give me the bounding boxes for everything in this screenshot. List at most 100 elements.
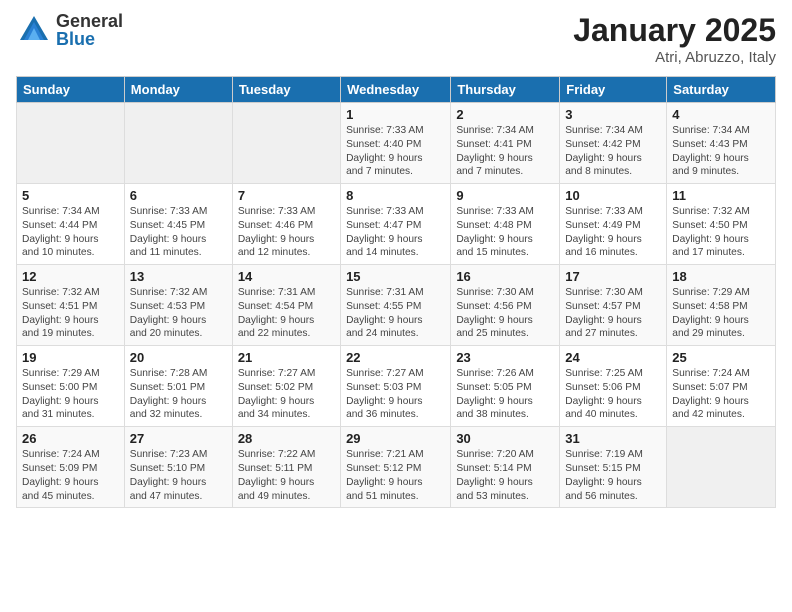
day-info: Sunrise: 7:25 AM Sunset: 5:06 PM Dayligh… [565,367,661,422]
calendar-cell: 24 Sunrise: 7:25 AM Sunset: 5:06 PM Dayli… [560,346,667,427]
day-info: Sunrise: 7:21 AM Sunset: 5:12 PM Dayligh… [346,448,445,503]
calendar-cell: 2 Sunrise: 7:34 AM Sunset: 4:41 PM Daylig… [451,103,560,184]
day-number: 26 [22,431,119,446]
day-number: 18 [672,269,770,284]
calendar-cell: 31Sunrise: 7:19 AM Sunset: 5:15 PM Dayli… [560,427,667,508]
day-info: Sunrise: 7:24 AM Sunset: 5:07 PM Dayligh… [672,367,770,422]
day-info: Sunrise: 7:33 AM Sunset: 4:48 PM Dayligh… [456,205,554,260]
calendar-header-monday: Monday [124,77,232,103]
day-number: 1 [346,107,445,122]
day-info: Sunrise: 7:33 AM Sunset: 4:47 PM Dayligh… [346,205,445,260]
calendar-week-4: 19Sunrise: 7:29 AM Sunset: 5:00 PM Dayli… [17,346,776,427]
page: General Blue January 2025 Atri, Abruzzo,… [0,0,792,612]
logo-text: General Blue [56,12,123,48]
day-info: Sunrise: 7:32 AM Sunset: 4:53 PM Dayligh… [130,286,227,341]
calendar-week-5: 26 Sunrise: 7:24 AM Sunset: 5:09 PM Dayli… [17,427,776,508]
day-number: 30 [456,431,554,446]
day-number: 10 [565,188,661,203]
day-number: 8 [346,188,445,203]
calendar-cell: 30 Sunrise: 7:20 AM Sunset: 5:14 PM Dayli… [451,427,560,508]
calendar-cell: 17Sunrise: 7:30 AM Sunset: 4:57 PM Dayli… [560,265,667,346]
calendar-cell: 5 Sunrise: 7:34 AM Sunset: 4:44 PM Daylig… [17,184,125,265]
day-info: Sunrise: 7:33 AM Sunset: 4:46 PM Dayligh… [238,205,335,260]
calendar-cell: 21 Sunrise: 7:27 AM Sunset: 5:02 PM Dayli… [232,346,340,427]
calendar-week-1: 1 Sunrise: 7:33 AM Sunset: 4:40 PM Daylig… [17,103,776,184]
location: Atri, Abruzzo, Italy [573,49,776,66]
calendar-cell [124,103,232,184]
day-number: 20 [130,350,227,365]
calendar-cell: 6 Sunrise: 7:33 AM Sunset: 4:45 PM Daylig… [124,184,232,265]
logo-general: General [56,12,123,30]
calendar-cell: 10Sunrise: 7:33 AM Sunset: 4:49 PM Dayli… [560,184,667,265]
day-number: 12 [22,269,119,284]
logo-icon [16,12,52,48]
calendar-cell: 25 Sunrise: 7:24 AM Sunset: 5:07 PM Dayli… [667,346,776,427]
calendar-cell: 18 Sunrise: 7:29 AM Sunset: 4:58 PM Dayli… [667,265,776,346]
day-info: Sunrise: 7:34 AM Sunset: 4:44 PM Dayligh… [22,205,119,260]
calendar-cell [232,103,340,184]
day-number: 7 [238,188,335,203]
day-number: 2 [456,107,554,122]
day-info: Sunrise: 7:24 AM Sunset: 5:09 PM Dayligh… [22,448,119,503]
calendar-header-friday: Friday [560,77,667,103]
day-info: Sunrise: 7:23 AM Sunset: 5:10 PM Dayligh… [130,448,227,503]
day-info: Sunrise: 7:27 AM Sunset: 5:02 PM Dayligh… [238,367,335,422]
calendar-cell [17,103,125,184]
calendar-cell: 12 Sunrise: 7:32 AM Sunset: 4:51 PM Dayli… [17,265,125,346]
calendar: SundayMondayTuesdayWednesdayThursdayFrid… [16,76,776,508]
day-info: Sunrise: 7:30 AM Sunset: 4:56 PM Dayligh… [456,286,554,341]
day-number: 29 [346,431,445,446]
day-number: 13 [130,269,227,284]
day-info: Sunrise: 7:19 AM Sunset: 5:15 PM Dayligh… [565,448,661,503]
day-number: 14 [238,269,335,284]
day-number: 21 [238,350,335,365]
day-info: Sunrise: 7:27 AM Sunset: 5:03 PM Dayligh… [346,367,445,422]
day-number: 27 [130,431,227,446]
calendar-cell: 28Sunrise: 7:22 AM Sunset: 5:11 PM Dayli… [232,427,340,508]
day-number: 3 [565,107,661,122]
calendar-cell: 20Sunrise: 7:28 AM Sunset: 5:01 PM Dayli… [124,346,232,427]
calendar-cell: 1 Sunrise: 7:33 AM Sunset: 4:40 PM Daylig… [341,103,451,184]
calendar-cell: 8 Sunrise: 7:33 AM Sunset: 4:47 PM Daylig… [341,184,451,265]
calendar-cell: 22 Sunrise: 7:27 AM Sunset: 5:03 PM Dayli… [341,346,451,427]
title-block: January 2025 Atri, Abruzzo, Italy [573,12,776,66]
calendar-header-tuesday: Tuesday [232,77,340,103]
day-info: Sunrise: 7:29 AM Sunset: 5:00 PM Dayligh… [22,367,119,422]
day-info: Sunrise: 7:33 AM Sunset: 4:45 PM Dayligh… [130,205,227,260]
calendar-cell: 15Sunrise: 7:31 AM Sunset: 4:55 PM Dayli… [341,265,451,346]
calendar-cell: 16 Sunrise: 7:30 AM Sunset: 4:56 PM Dayli… [451,265,560,346]
calendar-header-thursday: Thursday [451,77,560,103]
calendar-cell: 14Sunrise: 7:31 AM Sunset: 4:54 PM Dayli… [232,265,340,346]
day-info: Sunrise: 7:33 AM Sunset: 4:40 PM Dayligh… [346,124,445,179]
day-info: Sunrise: 7:32 AM Sunset: 4:51 PM Dayligh… [22,286,119,341]
day-number: 22 [346,350,445,365]
day-number: 4 [672,107,770,122]
day-number: 25 [672,350,770,365]
day-number: 23 [456,350,554,365]
day-number: 6 [130,188,227,203]
calendar-cell: 9 Sunrise: 7:33 AM Sunset: 4:48 PM Daylig… [451,184,560,265]
day-number: 24 [565,350,661,365]
day-info: Sunrise: 7:29 AM Sunset: 4:58 PM Dayligh… [672,286,770,341]
calendar-header-saturday: Saturday [667,77,776,103]
day-number: 16 [456,269,554,284]
day-info: Sunrise: 7:20 AM Sunset: 5:14 PM Dayligh… [456,448,554,503]
day-number: 9 [456,188,554,203]
day-info: Sunrise: 7:32 AM Sunset: 4:50 PM Dayligh… [672,205,770,260]
day-number: 28 [238,431,335,446]
calendar-cell: 11 Sunrise: 7:32 AM Sunset: 4:50 PM Dayli… [667,184,776,265]
calendar-cell: 3Sunrise: 7:34 AM Sunset: 4:42 PM Daylig… [560,103,667,184]
logo-blue: Blue [56,30,123,48]
calendar-cell: 29 Sunrise: 7:21 AM Sunset: 5:12 PM Dayli… [341,427,451,508]
day-info: Sunrise: 7:34 AM Sunset: 4:41 PM Dayligh… [456,124,554,179]
day-number: 5 [22,188,119,203]
calendar-header-sunday: Sunday [17,77,125,103]
logo: General Blue [16,12,123,48]
calendar-header-wednesday: Wednesday [341,77,451,103]
day-number: 17 [565,269,661,284]
calendar-cell: 4Sunrise: 7:34 AM Sunset: 4:43 PM Daylig… [667,103,776,184]
header: General Blue January 2025 Atri, Abruzzo,… [16,12,776,66]
calendar-cell: 7 Sunrise: 7:33 AM Sunset: 4:46 PM Daylig… [232,184,340,265]
day-number: 11 [672,188,770,203]
calendar-week-3: 12 Sunrise: 7:32 AM Sunset: 4:51 PM Dayli… [17,265,776,346]
